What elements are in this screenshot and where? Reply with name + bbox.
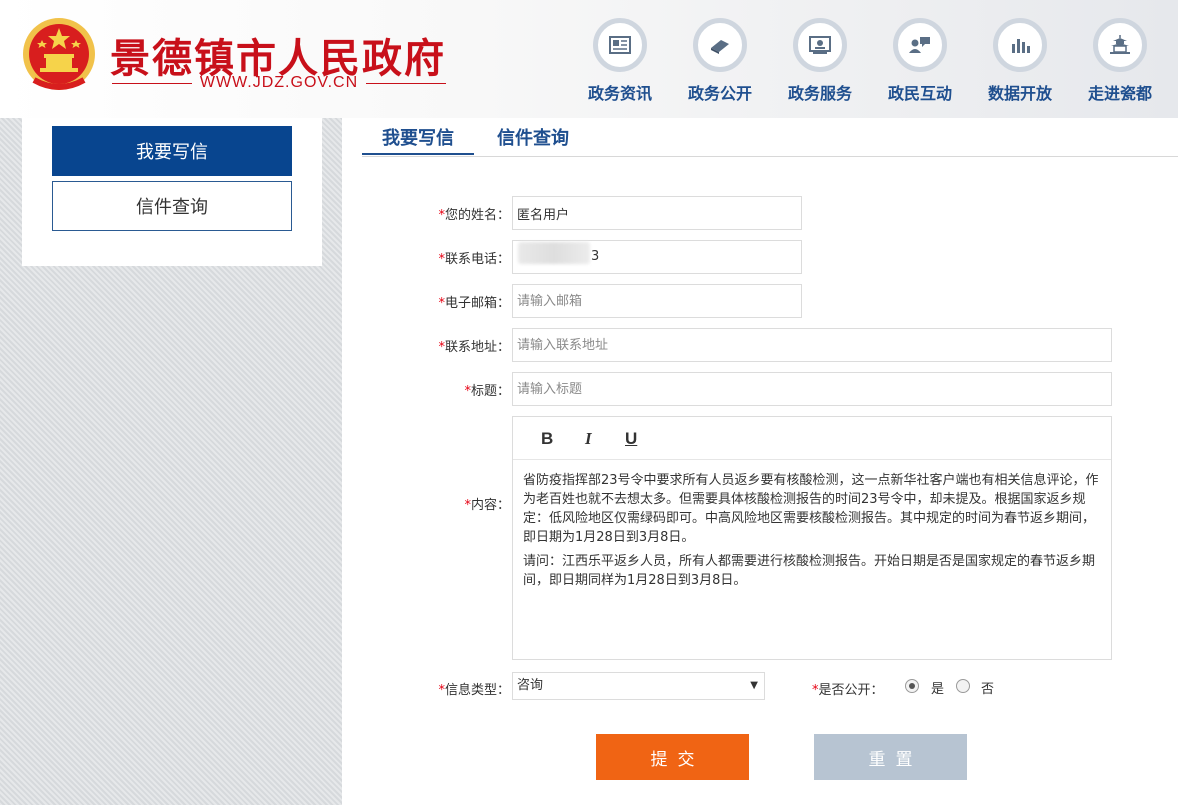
nav-label: 走进瓷都 [1087, 84, 1152, 103]
underline-button[interactable]: U [625, 429, 637, 449]
editor-toolbar: B I U [513, 417, 1111, 460]
site-url-row: WWW.JDZ.GOV.CN [112, 72, 447, 94]
name-label-text: 您的姓名： [444, 208, 510, 223]
email-input[interactable] [512, 284, 802, 318]
divider-line [112, 82, 192, 84]
active-tab-indicator [362, 153, 474, 155]
nav-icon-circle [1093, 18, 1147, 72]
phone-value: 3 [591, 249, 600, 264]
nav-label: 政民互动 [887, 84, 952, 103]
nav-item-news[interactable]: 政务资讯 [570, 18, 670, 104]
nav-item-open[interactable]: 政务公开 [670, 18, 770, 104]
reset-button[interactable]: 重置 [814, 734, 967, 780]
phone-label-text: 联系电话： [444, 252, 510, 267]
name-input[interactable] [512, 196, 802, 230]
nav-item-service[interactable]: 政务服务 [770, 18, 870, 104]
chat-user-icon [909, 37, 930, 53]
public-label: *是否公开： [812, 679, 884, 698]
public-yes-radio[interactable] [905, 679, 919, 693]
tab-letter-query[interactable]: 信件查询 [497, 124, 569, 150]
content-label: *内容： [342, 494, 510, 513]
nav-item-porcelain-city[interactable]: 走进瓷都 [1070, 18, 1170, 104]
subject-label-text: 标题： [470, 384, 510, 399]
divider-line [366, 82, 447, 84]
nav-icon-circle [893, 18, 947, 72]
bold-button[interactable]: B [541, 429, 553, 449]
id-card-icon [809, 36, 831, 54]
public-yes-label: 是 [931, 682, 945, 697]
public-label-text: 是否公开： [818, 683, 884, 698]
sidebar-item-write-letter[interactable]: 我要写信 [52, 126, 292, 176]
content-paragraph: 请问：江西乐平返乡人员，所有人都需要进行核酸检测报告。开始日期是否是国家规定的春… [523, 554, 1096, 588]
nav-icon-circle [693, 18, 747, 72]
newspaper-icon [609, 36, 631, 54]
nav-item-interaction[interactable]: 政民互动 [870, 18, 970, 104]
tab-write-letter[interactable]: 我要写信 [382, 124, 454, 150]
info-type-label: *信息类型： [342, 679, 510, 698]
bar-chart-icon [1012, 39, 1030, 53]
submit-button[interactable]: 提交 [596, 734, 749, 780]
address-label: *联系地址： [342, 336, 510, 355]
subject-input[interactable] [512, 372, 1112, 406]
info-type-label-text: 信息类型： [444, 683, 510, 698]
sidebar-item-letter-query[interactable]: 信件查询 [52, 181, 292, 231]
nav-icon-circle [793, 18, 847, 72]
content-label-text: 内容： [470, 498, 510, 513]
name-label: *您的姓名： [342, 204, 510, 223]
sidebar: 我要写信 信件查询 [22, 118, 322, 266]
nav-icon-circle [993, 18, 1047, 72]
italic-button[interactable]: I [585, 429, 592, 449]
subject-label: *标题： [342, 380, 510, 399]
address-input[interactable] [512, 328, 1112, 362]
public-no-label: 否 [981, 682, 995, 697]
main-panel: 我要写信 信件查询 *您的姓名： *联系电话： 3 *电子邮箱： *联系地址： … [342, 118, 1178, 805]
info-type-select[interactable]: 咨询 ▼ [512, 672, 765, 700]
nav-label: 政务公开 [687, 84, 752, 103]
site-url: WWW.JDZ.GOV.CN [199, 74, 359, 91]
site-header: 景德镇市人民政府 WWW.JDZ.GOV.CN 政务资讯 政务公开 政务服务 政… [0, 0, 1178, 118]
address-label-text: 联系地址： [444, 340, 510, 355]
tab-bar: 我要写信 信件查询 [362, 118, 1178, 157]
content-editor[interactable]: B I U 省防疫指挥部23号令中要求所有人员返乡要有核酸检测，这一点新华社客户… [512, 416, 1112, 660]
public-no-radio[interactable] [956, 679, 970, 693]
nav-label: 政务资讯 [587, 84, 652, 103]
pagoda-icon [1110, 35, 1130, 54]
nav-icon-circle [593, 18, 647, 72]
email-label-text: 电子邮箱： [444, 296, 510, 311]
national-emblem-icon [23, 18, 95, 90]
editor-body[interactable]: 省防疫指挥部23号令中要求所有人员返乡要有核酸检测，这一点新华社客户端也有相关信… [523, 471, 1101, 595]
nav-label: 政务服务 [787, 84, 852, 103]
redacted-phone-blur [518, 242, 590, 264]
dropdown-arrow-icon: ▼ [750, 680, 758, 691]
email-label: *电子邮箱： [342, 292, 510, 311]
nav-item-data[interactable]: 数据开放 [970, 18, 1070, 104]
phone-label: *联系电话： [342, 248, 510, 267]
nav-label: 数据开放 [987, 84, 1052, 103]
book-icon [711, 40, 729, 54]
info-type-selected: 咨询 [517, 678, 544, 693]
main-nav: 政务资讯 政务公开 政务服务 政民互动 数据开放 走进瓷都 [570, 18, 1170, 104]
content-paragraph: 省防疫指挥部23号令中要求所有人员返乡要有核酸检测，这一点新华社客户端也有相关信… [523, 473, 1099, 545]
